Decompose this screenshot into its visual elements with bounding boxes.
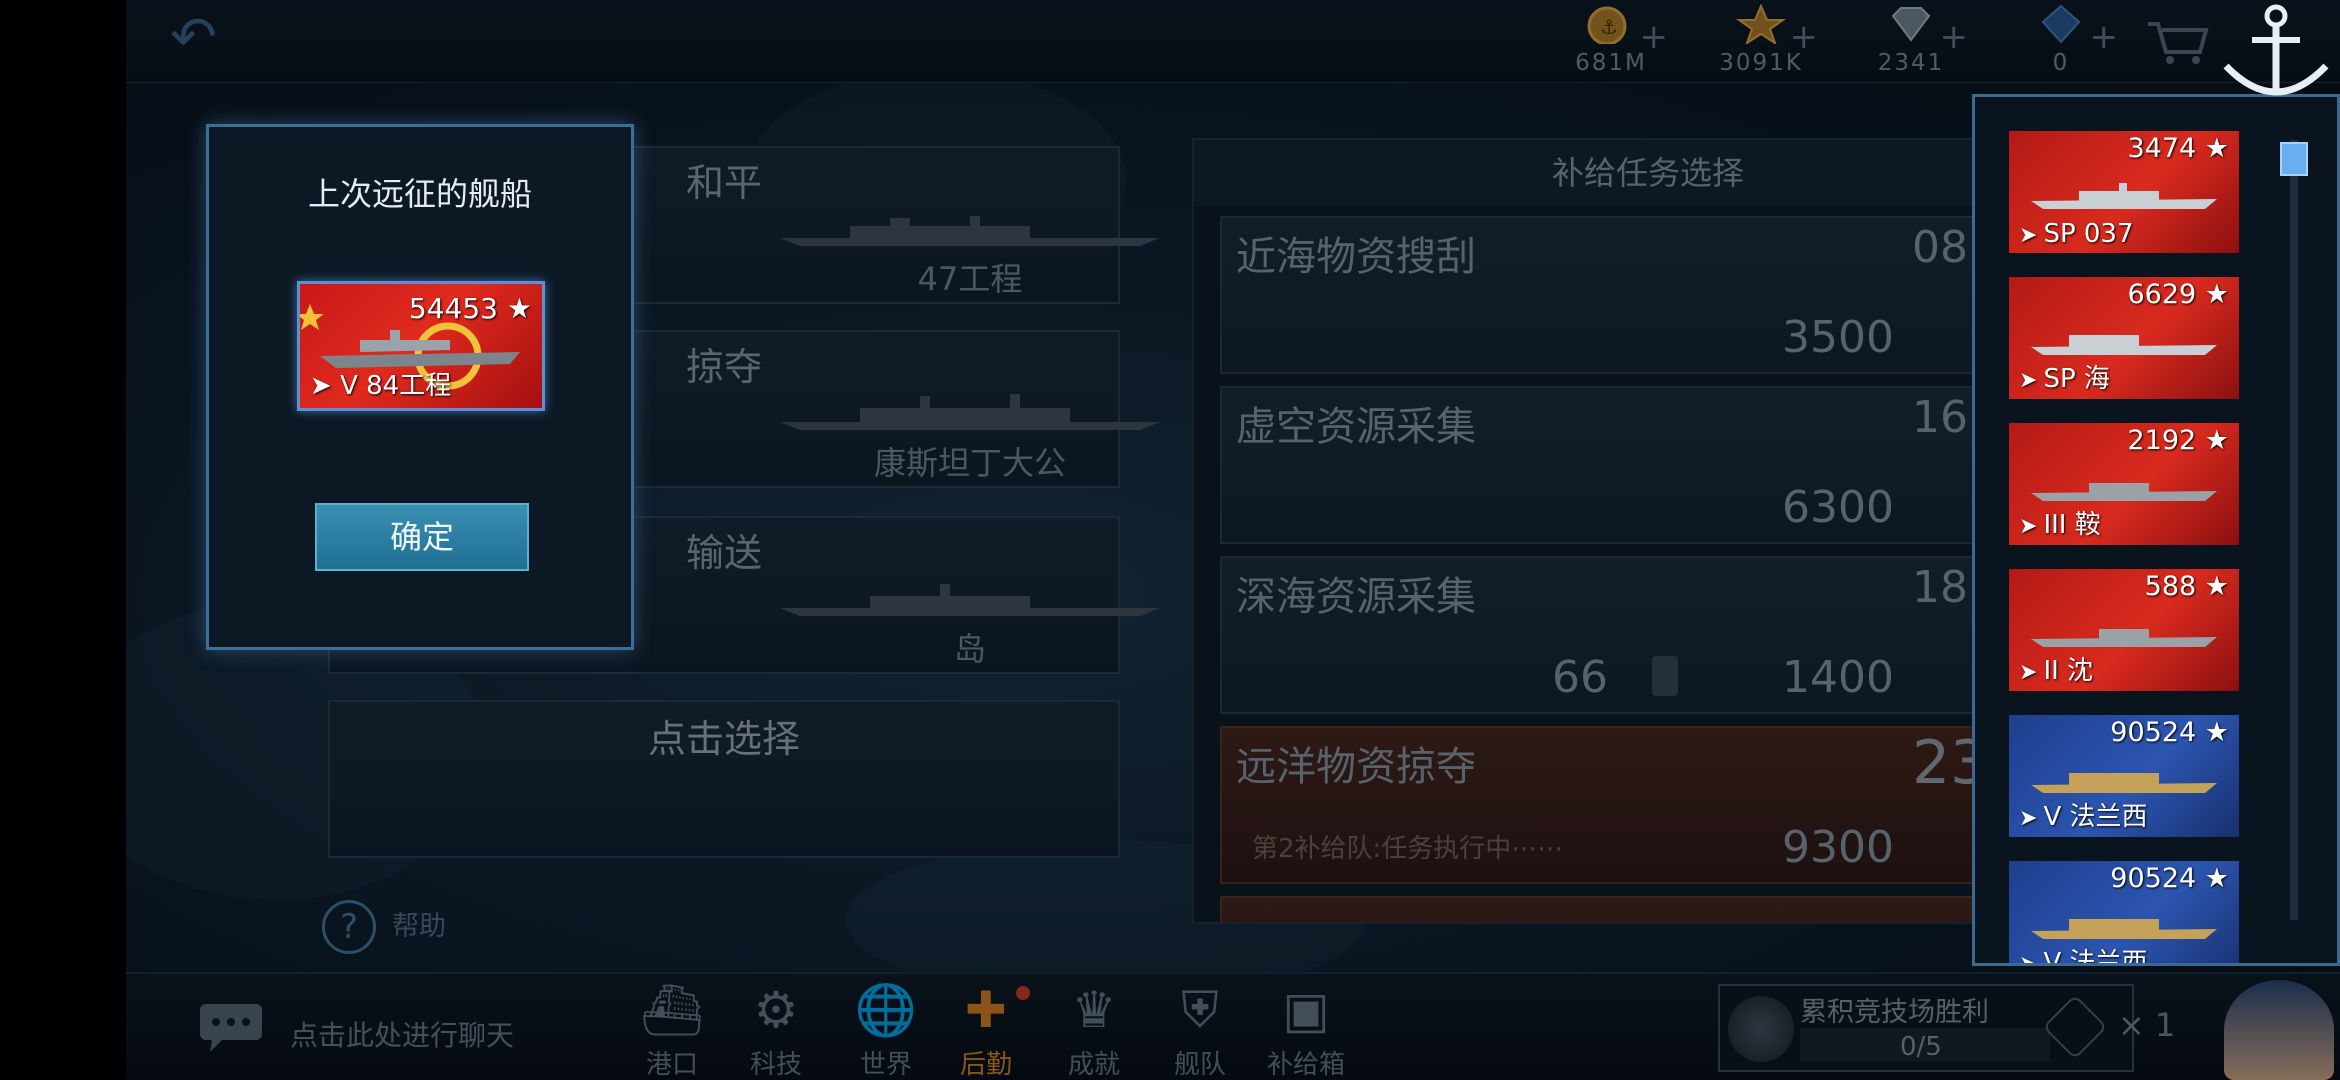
ship-name-value: 法兰西	[2069, 802, 2148, 832]
star-icon: ★	[2204, 279, 2229, 310]
star-icon: ★	[2204, 571, 2229, 602]
ship-name-value: 沈	[2067, 656, 2094, 686]
ship-name-value: 法兰西	[2069, 948, 2148, 966]
ship-level-value: 90524	[2110, 863, 2197, 894]
ship-name-value: 037	[2083, 219, 2134, 249]
rank-arrow-icon: ➤	[2019, 514, 2038, 539]
ship-level-value: 90524	[2110, 717, 2197, 748]
ship-card[interactable]: 90524 ★ ➤ V 法兰西	[2009, 715, 2239, 837]
ship-card[interactable]: 588 ★ ➤ II 沈	[2009, 569, 2239, 691]
ship-silhouette-icon	[2031, 183, 2217, 209]
ship-name: ➤ III 鞍	[2019, 504, 2101, 541]
card-level-value: 54453	[408, 292, 498, 325]
ship-card[interactable]: 2192 ★ ➤ III 鞍	[2009, 423, 2239, 545]
ship-name: ➤ V 法兰西	[2019, 942, 2148, 966]
ship-rank: II	[2043, 656, 2059, 686]
ship-rank: III	[2043, 510, 2067, 540]
ship-level: 588 ★	[2145, 571, 2229, 602]
ship-rank: SP	[2043, 364, 2076, 394]
card-name: ➤ V 84工程	[310, 365, 451, 402]
ship-name: ➤ SP 海	[2019, 358, 2110, 395]
ship-level: 6629 ★	[2127, 279, 2229, 310]
ship-card[interactable]: 54453 ★ ➤ V 84工程	[297, 281, 545, 411]
card-ship-name: 84工程	[366, 371, 452, 401]
rank-arrow-icon: ➤	[2019, 952, 2038, 966]
last-expedition-dialog: 上次远征的舰船 54453 ★ ➤ V 84工程 确定	[206, 124, 634, 650]
anchor-icon[interactable]	[2212, 0, 2340, 108]
rank-arrow-icon: ➤	[2019, 223, 2038, 248]
ship-level-value: 6629	[2127, 279, 2197, 310]
ship-silhouette-icon	[2031, 483, 2217, 501]
star-icon: ★	[2204, 863, 2229, 894]
rank-arrow-icon: ➤	[2019, 660, 2038, 685]
rank-arrow-icon: ➤	[2019, 368, 2038, 393]
star-icon: ★	[2204, 133, 2229, 164]
ship-silhouette-icon	[2031, 629, 2217, 647]
ship-name: ➤ V 法兰西	[2019, 796, 2148, 833]
ship-level-value: 2192	[2127, 425, 2197, 456]
ship-card[interactable]: 6629 ★ ➤ SP 海	[2009, 277, 2239, 399]
ship-card[interactable]: 3474 ★ ➤ SP 037	[2009, 131, 2239, 253]
ship-rank: SP	[2043, 219, 2076, 249]
ship-name-value: 海	[2083, 364, 2110, 394]
star-icon: ★	[2204, 425, 2229, 456]
ship-silhouette-icon	[2031, 773, 2217, 793]
ship-silhouette-icon	[2031, 335, 2217, 355]
rank-arrow-icon: ➤	[310, 371, 341, 401]
card-level: 54453 ★	[409, 292, 532, 325]
ship-silhouette-icon	[2031, 919, 2217, 939]
ship-selection-panel: 3474 ★ ➤ SP 037 6629 ★ ➤ SP 海 2192 ★ ➤ III …	[1972, 94, 2340, 966]
ship-level: 90524 ★	[2110, 717, 2229, 748]
ship-level-value: 588	[2144, 571, 2197, 602]
dialog-title: 上次远征的舰船	[307, 175, 532, 213]
scrollbar-track[interactable]	[2290, 140, 2298, 920]
star-icon: ★	[506, 292, 532, 325]
ship-card[interactable]: 90524 ★ ➤ V 法兰西	[2009, 861, 2239, 966]
ship-name: ➤ SP 037	[2019, 219, 2134, 249]
card-rank: V	[340, 371, 358, 401]
ship-level: 3474 ★	[2127, 133, 2229, 164]
star-icon: ★	[2204, 717, 2229, 748]
scrollbar-thumb[interactable]	[2280, 142, 2308, 176]
ship-level-value: 3474	[2127, 133, 2197, 164]
rank-arrow-icon: ➤	[2019, 806, 2038, 831]
ship-level: 2192 ★	[2127, 425, 2229, 456]
confirm-button[interactable]: 确定	[315, 503, 529, 571]
ship-level: 90524 ★	[2110, 863, 2229, 894]
ship-rank: V	[2043, 948, 2062, 966]
ship-name: ➤ II 沈	[2019, 650, 2093, 687]
ship-name-value: 鞍	[2074, 510, 2101, 540]
ship-rank: V	[2043, 802, 2062, 832]
